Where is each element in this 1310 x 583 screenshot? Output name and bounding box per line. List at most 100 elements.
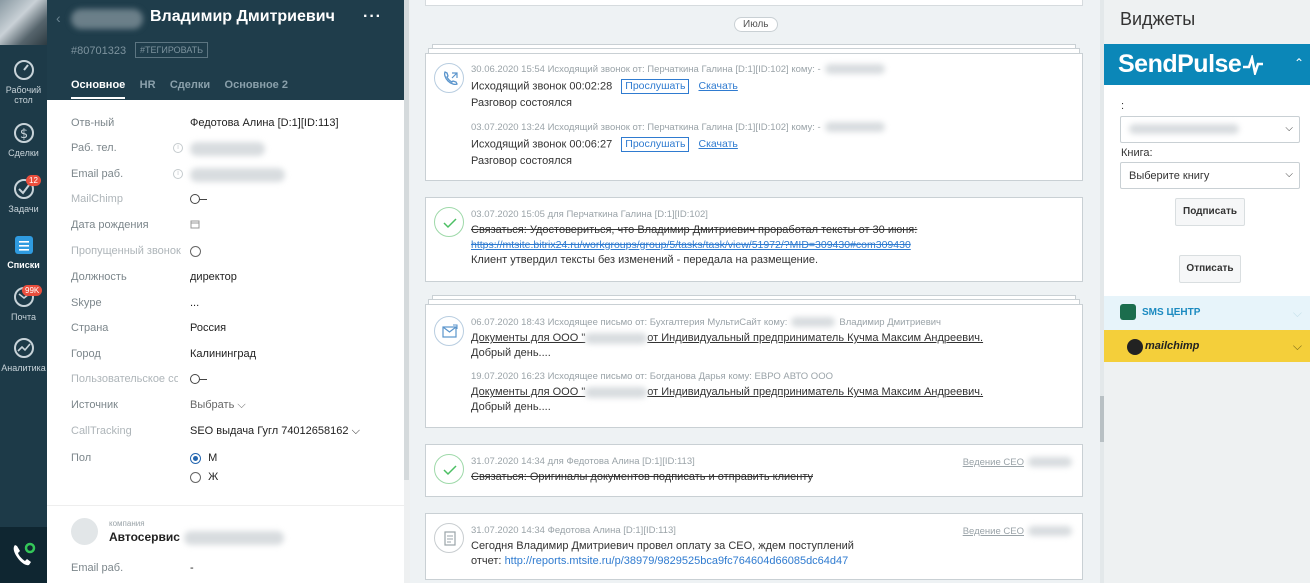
field-user-agreement: Пользовательское соглашение — [71, 373, 401, 393]
book-select-value: Выберите книгу — [1129, 170, 1210, 182]
company-name-text: Автосервис — [109, 530, 180, 544]
report-link[interactable]: http://reports.mtsite.ru/p/38979/9829525… — [505, 555, 849, 567]
field-skype: Skype ... — [71, 297, 401, 317]
tab-hr[interactable]: HR — [140, 79, 156, 97]
document-icon — [434, 523, 464, 553]
sendpulse-header[interactable]: SendPulse ⌃ — [1104, 44, 1310, 85]
linked-company: компания Автосервис Email раб. - — [47, 505, 404, 583]
tab-deals[interactable]: Сделки — [170, 79, 210, 97]
call-duration: Исходящий звонок 00:02:28 — [471, 80, 613, 93]
listen-button[interactable]: Прослушать — [621, 137, 690, 152]
source-value: Выбрать — [190, 399, 235, 411]
nav-item-lists[interactable]: Списки — [0, 233, 47, 270]
email-subject[interactable]: Документы для ООО " от Индивидуальный пре… — [471, 386, 1071, 398]
field-label: Skype — [71, 297, 102, 309]
contact-name[interactable]: Владимир Дмитриевич — [150, 8, 335, 26]
field-label: CallTracking — [71, 425, 132, 437]
source-select[interactable]: Выбрать ⌵ — [190, 399, 246, 412]
note-text: Сегодня Владимир Дмитриевич провел оплат… — [471, 540, 854, 552]
email-subject[interactable]: Документы для ООО " от Индивидуальный пре… — [471, 332, 1071, 344]
task-block: Ведение СЕО 31.07.2020 14:34 для Федотов… — [425, 444, 1083, 497]
chevron-up-icon[interactable]: ⌃ — [1294, 56, 1304, 70]
country-value[interactable]: Россия — [190, 322, 226, 334]
field-label: Пропущенный звонок — [71, 245, 181, 257]
nav-item-mail[interactable]: Почта 99K — [0, 285, 47, 322]
deals-icon: $ — [13, 123, 34, 143]
calls-block: 30.06.2020 15:54 Исходящий звонок от: Пе… — [425, 53, 1083, 181]
company-email-value[interactable]: - — [190, 562, 194, 574]
calltracking-select[interactable]: SEO выдача Гугл 74012658162 ⌵ — [190, 425, 360, 438]
work-email-value[interactable] — [190, 168, 285, 182]
phone-button[interactable] — [0, 527, 47, 583]
mailchimp-label: mailchimp — [1145, 340, 1200, 352]
tab-main[interactable]: Основное — [71, 79, 126, 99]
sendpulse-field-label: : — [1121, 100, 1125, 112]
chevron-down-icon: ⌵ — [237, 399, 246, 411]
company-name[interactable]: Автосервис — [109, 530, 284, 545]
calltracking-value: SEO выдача Гугл 74012658162 — [190, 425, 349, 437]
agreement-toggle[interactable] — [190, 374, 208, 385]
nav-item-dashboard[interactable]: Рабочий стол — [0, 58, 47, 105]
book-select[interactable]: Выберите книгу ⌵ — [1120, 162, 1300, 189]
field-label: Раб. тел. — [71, 142, 117, 154]
mailchimp-toggle[interactable] — [190, 194, 208, 205]
nav-item-tasks[interactable]: Задачи 12 — [0, 175, 47, 214]
gender-option-zh[interactable]: Ж — [190, 471, 218, 483]
call-entry: 30.06.2020 15:54 Исходящий звонок от: Пе… — [471, 64, 1071, 109]
nav-label: Рабочий стол — [5, 85, 42, 105]
company-avatar — [71, 518, 98, 545]
tag-button[interactable]: #ТЕГИРОВАТЬ — [135, 42, 209, 58]
mailchimp-widget[interactable]: mailchimp ⌵ — [1104, 330, 1310, 362]
note-meta: 31.07.2020 14:34 Федотова Алина [D:1][ID… — [471, 525, 676, 536]
nav-item-analytics[interactable]: Аналитика — [0, 336, 47, 373]
more-options-button[interactable]: ··· — [363, 8, 382, 26]
subscribe-button[interactable]: Подписать — [1175, 198, 1245, 226]
radio-icon — [190, 471, 201, 483]
field-label: Дата рождения — [71, 219, 149, 231]
email-meta: 19.07.2020 16:23 Исходящее письмо от: Бо… — [471, 371, 833, 382]
card-header: ‹ Владимир Дмитриевич ··· #80701323 #ТЕГ… — [47, 0, 404, 100]
sms-center-logo-icon — [1120, 304, 1136, 320]
tab-main-2[interactable]: Основное 2 — [225, 79, 288, 97]
email-icon — [434, 316, 464, 346]
task-link[interactable]: https://mtsite.bitrix24.ru/workgroups/gr… — [471, 239, 911, 251]
sms-center-label: SMS ЦЕНТР — [1142, 307, 1201, 318]
back-arrow-icon[interactable]: ‹ — [56, 10, 61, 26]
phone-icon — [13, 542, 36, 566]
task-entry: 03.07.2020 15:05 для Перчаткина Галина [… — [471, 209, 1071, 266]
call-duration: Исходящий звонок 00:06:27 — [471, 138, 613, 151]
user-avatar[interactable] — [0, 0, 47, 45]
nav-item-deals[interactable]: $ Сделки — [0, 121, 47, 158]
call-entry: 03.07.2020 13:24 Исходящий звонок от: Пе… — [471, 122, 1071, 167]
download-link[interactable]: Скачать — [699, 138, 738, 150]
company-caption: компания — [109, 519, 145, 528]
check-circle-icon[interactable] — [434, 454, 464, 484]
nav-label: Списки — [7, 260, 40, 270]
card-scrollbar[interactable] — [404, 0, 409, 480]
field-label: Пол — [71, 452, 92, 464]
listen-button[interactable]: Прослушать — [621, 79, 690, 94]
work-phone-value[interactable] — [190, 142, 265, 156]
gender-option-m[interactable]: М — [190, 452, 217, 464]
task-meta: 03.07.2020 15:05 для Перчаткина Галина [… — [471, 209, 708, 220]
sms-center-widget[interactable]: SMS ЦЕНТР ⌵ — [1104, 296, 1310, 330]
call-meta: 03.07.2020 13:24 Исходящий звонок от: Пе… — [471, 122, 1071, 133]
city-value[interactable]: Калининград — [190, 348, 256, 360]
download-link[interactable]: Скачать — [699, 80, 738, 92]
position-value[interactable]: директор — [190, 271, 237, 283]
missed-call-checkbox[interactable] — [190, 245, 201, 257]
mail-badge: 99K — [22, 285, 43, 296]
unsubscribe-button[interactable]: Отписать — [1179, 255, 1241, 283]
field-label: MailChimp — [71, 193, 123, 205]
call-status: Разговор состоялся — [471, 155, 573, 167]
task-meta: 31.07.2020 14:34 для Федотова Алина [D:1… — [471, 456, 695, 467]
nav-label: Почта — [11, 312, 36, 322]
check-circle-icon[interactable] — [434, 207, 464, 237]
task-block: 03.07.2020 15:05 для Перчаткина Галина [… — [425, 197, 1083, 282]
field-source: Источник Выбрать ⌵ — [71, 399, 401, 419]
calendar-icon[interactable] — [190, 219, 200, 229]
responsible-value[interactable]: Федотова Алина [D:1][ID:113] — [190, 117, 339, 129]
skype-value[interactable]: ... — [190, 297, 199, 309]
sendpulse-select[interactable]: ⌵ — [1120, 116, 1300, 143]
field-country: Страна Россия — [71, 322, 401, 342]
